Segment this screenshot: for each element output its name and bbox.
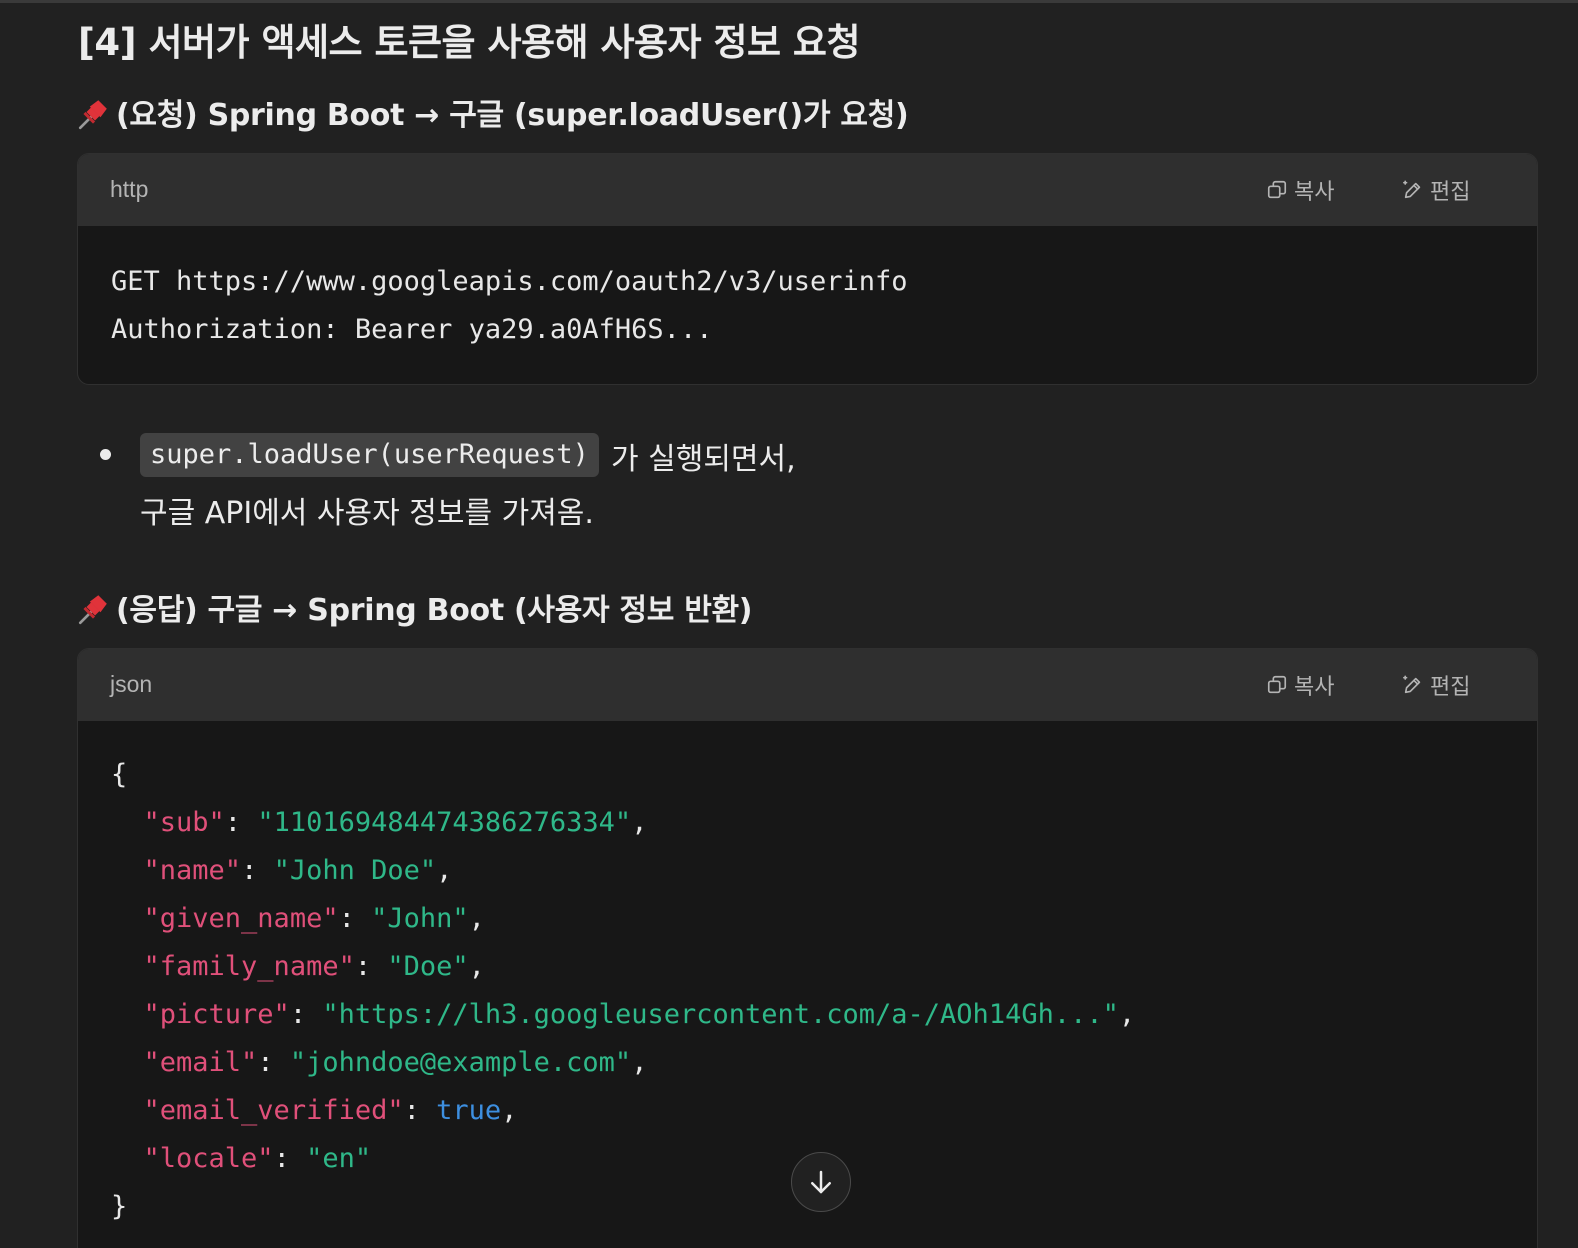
json-comma: , xyxy=(436,855,453,886)
json-key: "family_name" xyxy=(143,951,355,982)
copy-icon xyxy=(1267,180,1287,199)
edit-button[interactable]: 편집 xyxy=(1402,174,1470,206)
json-field-line: "email_verified": true, xyxy=(143,1095,518,1126)
edit-pencil-icon xyxy=(1403,180,1421,199)
copy-label: 복사 xyxy=(1294,180,1335,205)
json-key: "sub" xyxy=(143,807,225,838)
json-comma: , xyxy=(631,807,648,838)
json-field-line: "sub": "110169484474386276334", xyxy=(143,807,648,838)
edit-button[interactable]: 편집 xyxy=(1402,669,1470,701)
json-key: "locale" xyxy=(143,1143,274,1174)
json-field-line: "picture": "https://lh3.googleuserconten… xyxy=(143,999,1136,1030)
edit-pencil-icon xyxy=(1403,675,1421,694)
top-divider xyxy=(0,0,1578,3)
code-block-header: json 복사 편집 xyxy=(78,649,1537,721)
request-title: (요청) Spring Boot → 구글 (super.loadUser()가… xyxy=(116,98,909,133)
code-line: GET https://www.googleapis.com/oauth2/v3… xyxy=(111,266,908,297)
json-value: "John" xyxy=(371,903,469,934)
copy-button[interactable]: 복사 xyxy=(1266,669,1334,701)
json-open-brace: { xyxy=(111,759,128,790)
json-key: "picture" xyxy=(143,999,290,1030)
json-field-line: "given_name": "John", xyxy=(143,903,485,934)
json-value: "Doe" xyxy=(387,951,469,982)
json-key: "given_name" xyxy=(143,903,339,934)
json-value: "John Doe" xyxy=(273,855,437,886)
bullet-text-line1: 가 실행되면서, xyxy=(611,442,796,477)
json-comma: , xyxy=(468,903,485,934)
bullet-dot xyxy=(100,449,111,460)
arrow-down-icon xyxy=(811,1170,831,1194)
json-value: "en" xyxy=(306,1143,372,1174)
response-subheading: (응답) 구글 → Spring Boot (사용자 정보 반환) xyxy=(76,585,753,629)
json-field-line: "family_name": "Doe", xyxy=(143,951,485,982)
json-comma: , xyxy=(631,1047,648,1078)
code-line: Authorization: Bearer ya29.a0AfH6S... xyxy=(111,314,713,345)
http-code-block: http 복사 편집 GET https://www.googleapis.co… xyxy=(77,153,1538,385)
copy-icon xyxy=(1267,675,1287,694)
json-value: "110169484474386276334" xyxy=(257,807,632,838)
json-fields: "sub": "110169484474386276334", "name": … xyxy=(111,799,1537,1183)
json-comma: , xyxy=(1118,999,1136,1030)
json-key: "email_verified" xyxy=(143,1095,404,1126)
bullet-text-line2: 구글 API에서 사용자 정보를 가져옴. xyxy=(140,496,594,531)
json-comma: , xyxy=(501,1095,518,1126)
json-value: true xyxy=(436,1095,502,1126)
json-field-line: "email": "johndoe@example.com", xyxy=(143,1047,648,1078)
json-value: "https://lh3.googleusercontent.com/a-/AO… xyxy=(322,999,1119,1030)
section-heading: [4] 서버가 액세스 토큰을 사용해 사용자 정보 요청 xyxy=(78,21,861,64)
code-language-label: http xyxy=(110,176,149,202)
json-key: "email" xyxy=(143,1047,258,1078)
json-value: "johndoe@example.com" xyxy=(289,1047,632,1078)
inline-code: super.loadUser(userRequest) xyxy=(140,433,599,477)
edit-label: 편집 xyxy=(1430,180,1471,205)
request-subheading: (요청) Spring Boot → 구글 (super.loadUser()가… xyxy=(76,90,909,134)
json-key: "name" xyxy=(143,855,242,886)
json-field-line: "name": "John Doe", xyxy=(143,855,453,886)
chat-page: [4] 서버가 액세스 토큰을 사용해 사용자 정보 요청 (요청) Sprin… xyxy=(0,0,1578,1248)
json-comma: , xyxy=(468,951,485,982)
scroll-to-bottom-button[interactable] xyxy=(791,1152,851,1212)
copy-label: 복사 xyxy=(1294,675,1335,700)
pushpin-icon xyxy=(78,595,107,625)
edit-label: 편집 xyxy=(1430,675,1471,700)
pushpin-icon xyxy=(78,100,107,130)
code-language-label: json xyxy=(110,671,153,697)
code-block-header: http 복사 편집 xyxy=(78,154,1537,226)
copy-button[interactable]: 복사 xyxy=(1266,174,1334,206)
response-title: (응답) 구글 → Spring Boot (사용자 정보 반환) xyxy=(116,593,753,628)
http-code-content: GET https://www.googleapis.com/oauth2/v3… xyxy=(78,226,1537,354)
